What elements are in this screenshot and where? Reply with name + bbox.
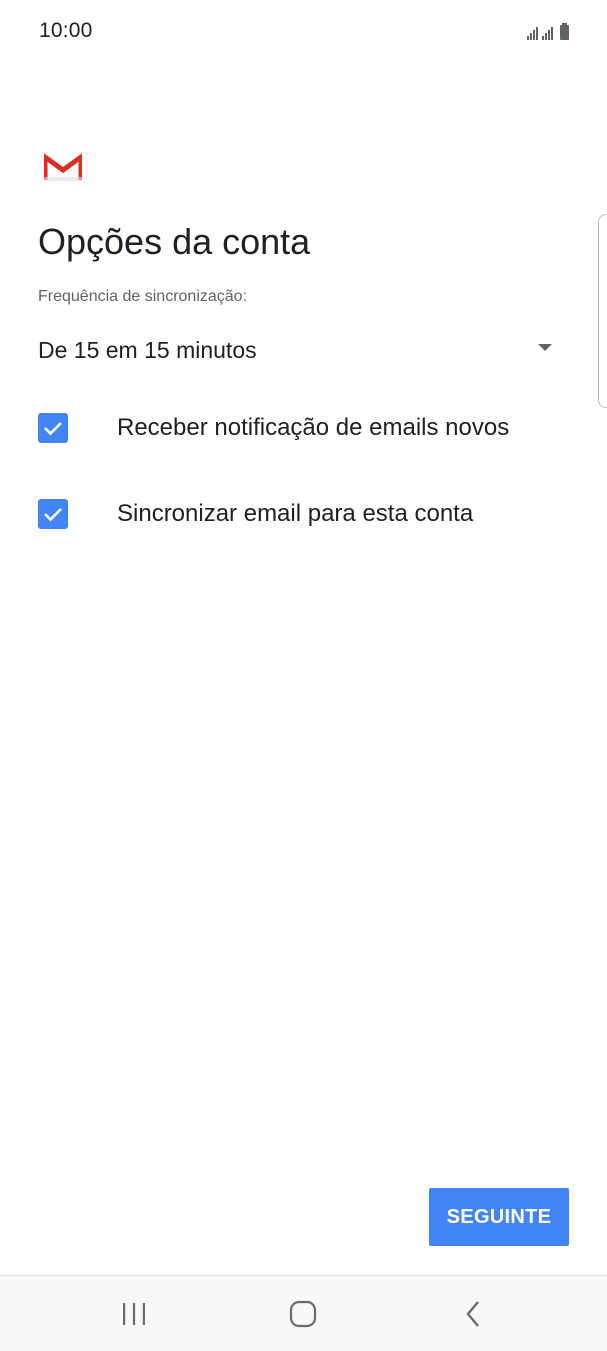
checkbox-checked-icon[interactable] xyxy=(38,499,68,529)
edge-panel-handle[interactable] xyxy=(598,214,607,408)
sync-account-email-label: Sincronizar email para esta conta xyxy=(117,500,474,527)
sync-account-email-option[interactable]: Sincronizar email para esta conta xyxy=(38,492,578,536)
back-icon xyxy=(466,1300,479,1327)
status-bar: 10:00 xyxy=(0,0,607,64)
dropdown-arrow-icon xyxy=(538,344,552,351)
home-button[interactable] xyxy=(263,1276,343,1351)
notify-new-emails-label: Receber notificação de emails novos xyxy=(117,414,510,441)
sync-frequency-dropdown[interactable]: De 15 em 15 minutos xyxy=(38,330,558,370)
signal-icon xyxy=(542,26,553,40)
status-time: 10:00 xyxy=(39,19,93,42)
recent-apps-button[interactable] xyxy=(94,1276,174,1351)
next-button[interactable]: SEGUINTE xyxy=(429,1188,569,1246)
navigation-bar xyxy=(0,1275,607,1351)
page-title: Opções da conta xyxy=(38,221,311,262)
sync-frequency-value: De 15 em 15 minutos xyxy=(38,336,257,363)
home-icon xyxy=(289,1300,317,1327)
battery-icon xyxy=(560,23,569,40)
back-button[interactable] xyxy=(433,1276,513,1351)
notify-new-emails-option[interactable]: Receber notificação de emails novos xyxy=(38,406,578,450)
signal-icon xyxy=(527,26,538,40)
gmail-logo-icon xyxy=(44,153,82,181)
recent-apps-icon xyxy=(123,1302,145,1325)
checkbox-checked-icon[interactable] xyxy=(38,413,68,443)
sync-frequency-label: Frequência de sincronização: xyxy=(38,288,248,305)
status-icons xyxy=(527,22,569,40)
